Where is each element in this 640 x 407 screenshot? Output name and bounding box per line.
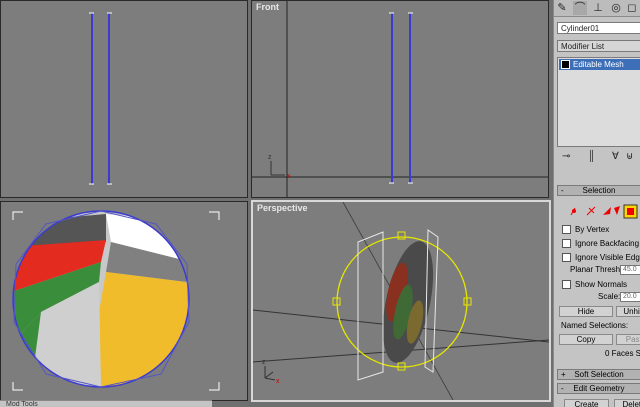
polygon-mode-icon <box>614 206 620 215</box>
planar-thresh-spinner[interactable]: 45.0 <box>620 265 640 275</box>
top-view-geometry <box>89 12 112 185</box>
hierarchy-tab-icon[interactable]: ⊥ <box>591 1 605 15</box>
by-vertex-label: By Vertex <box>575 225 610 234</box>
scale-spinner[interactable]: 20.0 <box>620 292 640 302</box>
selection-rollout-header[interactable]: - Selection <box>557 185 640 196</box>
stack-tools: ⊸ ║ ∀ ⊎ <box>554 151 640 165</box>
hide-button[interactable]: Hide <box>559 306 613 317</box>
named-selections-label: Named Selections: <box>561 321 629 330</box>
copy-button[interactable]: Copy <box>559 334 613 345</box>
edge-mode-icon <box>586 206 596 216</box>
perspective-view-geometry: z x <box>253 202 549 400</box>
command-panel-tabs: ✎ ⌒ ⊥ ◎ ◻ <box>554 0 640 17</box>
soft-selection-rollout-header[interactable]: + Soft Selection <box>557 369 640 380</box>
paste-button[interactable]: Paste <box>616 334 640 345</box>
edit-geometry-title: Edit Geometry <box>573 384 625 393</box>
make-unique-icon[interactable]: ∀ <box>612 151 619 162</box>
mod-tools-tab[interactable]: Mod Tools <box>0 400 212 407</box>
perspective-axis-gizmo: z x <box>262 359 280 385</box>
delete-button[interactable]: Delete <box>614 399 640 407</box>
stack-item-editable-mesh[interactable]: Editable Mesh <box>559 59 640 70</box>
create-tab-icon[interactable]: ✎ <box>555 1 569 15</box>
subobject-icons <box>570 204 638 219</box>
left-view-geometry <box>12 210 220 391</box>
viewport-top[interactable] <box>0 0 248 198</box>
planar-thresh-label: Planar Thresh: <box>570 265 623 274</box>
front-axis-gizmo: z x <box>268 154 291 180</box>
show-end-result-icon[interactable]: ║ <box>588 151 595 162</box>
object-name-field[interactable]: Cylinder01 <box>557 22 640 34</box>
remove-modifier-icon[interactable]: ⊎ <box>626 151 633 162</box>
pin-stack-icon[interactable]: ⊸ <box>562 151 570 162</box>
modifier-list-dropdown[interactable]: Modifier List <box>557 40 640 52</box>
by-vertex-checkbox[interactable]: By Vertex <box>562 225 610 235</box>
ignore-backfacing-checkbox[interactable]: Ignore Backfacing <box>562 239 640 249</box>
viewport-front[interactable]: Front z x <box>251 0 549 198</box>
face-mode-icon <box>603 207 611 215</box>
viewport-left[interactable] <box>0 201 248 401</box>
scale-label: Scale: <box>598 292 621 301</box>
create-button[interactable]: Create <box>564 399 609 407</box>
modify-tab-icon[interactable]: ⌒ <box>573 1 587 15</box>
soft-selection-title: Soft Selection <box>574 370 624 379</box>
svg-text:z: z <box>268 154 272 161</box>
ignore-visible-edges-label: Ignore Visible Edges <box>575 253 640 262</box>
front-view-geometry: z x <box>252 1 548 197</box>
stack-item-label: Editable Mesh <box>573 60 624 69</box>
selection-status-text: 0 Faces Selected <box>605 349 640 358</box>
show-normals-checkbox[interactable]: Show Normals <box>562 280 628 290</box>
selection-rollout-title: Selection <box>582 186 616 195</box>
motion-tab-icon[interactable]: ◎ <box>609 1 623 15</box>
vertex-mode-icon <box>570 207 576 216</box>
expand-icon <box>561 60 570 69</box>
ignore-visible-edges-checkbox[interactable]: Ignore Visible Edges <box>562 253 640 263</box>
element-mode-icon <box>623 204 638 219</box>
viewport-perspective[interactable]: Perspective z x <box>251 200 551 402</box>
command-panel: ✎ ⌒ ⊥ ◎ ◻ Cylinder01 Modifier List Edita… <box>553 0 640 407</box>
svg-text:x: x <box>276 378 280 385</box>
display-tab-icon[interactable]: ◻ <box>625 1 639 15</box>
svg-text:z: z <box>262 359 266 366</box>
unhide-button[interactable]: Unhide <box>616 306 640 317</box>
svg-text:x: x <box>287 173 291 180</box>
modifier-stack: Editable Mesh <box>557 57 640 147</box>
ignore-backfacing-label: Ignore Backfacing <box>575 239 640 248</box>
edit-geometry-rollout-header[interactable]: - Edit Geometry <box>557 383 640 394</box>
show-normals-label: Show Normals <box>575 280 628 289</box>
